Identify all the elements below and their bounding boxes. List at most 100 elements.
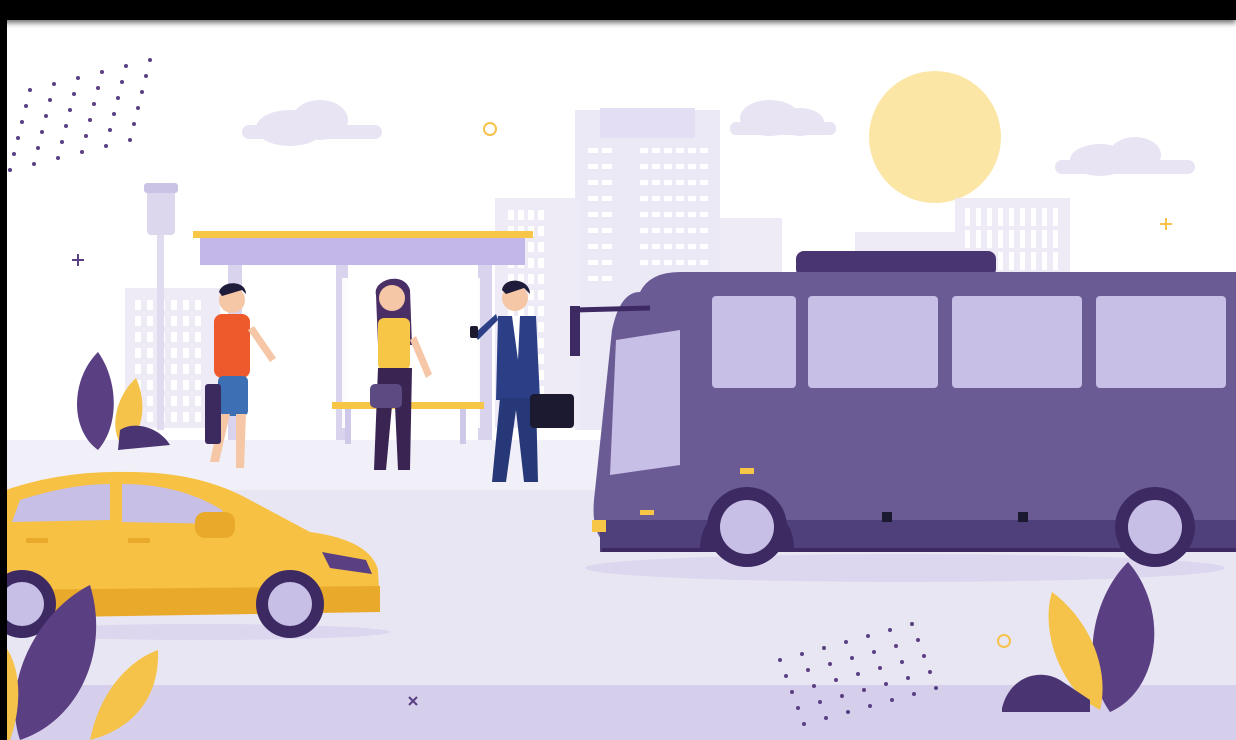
briefcase [530,394,574,428]
building-window [147,348,153,358]
building-window [195,396,201,406]
decorative-dot [824,716,828,720]
building-window [602,228,612,233]
decorative-dot [828,662,832,666]
purple-coach-bus [570,251,1236,582]
building-window [1042,230,1047,248]
building-window [171,412,177,422]
left-black-edge [0,0,7,740]
building-window [183,412,189,422]
building-window [1020,208,1025,226]
building-window [147,332,153,342]
decorative-dot [120,80,124,84]
building-window [652,212,660,217]
building-window [528,242,534,252]
building-window [1009,208,1014,226]
decorative-dot [100,70,104,74]
decorative-dot [116,96,120,100]
decorative-dot [912,692,916,696]
building-window [135,332,141,342]
building-window [147,316,153,326]
building-window [976,208,981,226]
building-window [676,228,684,233]
decorative-dot [916,638,920,642]
building-window [538,258,544,268]
building-window [998,252,1003,270]
decorative-dot [884,682,888,686]
building-window [183,380,189,390]
decorative-dot [862,688,866,692]
building-window [528,274,534,284]
building-window [135,348,141,358]
sun [869,71,1001,203]
building-window [183,396,189,406]
decorative-dot [846,710,850,714]
bus-side-windows [712,296,1226,388]
building-window [183,364,189,374]
decorative-dot [900,660,904,664]
building-window [135,300,141,310]
building-window [528,258,534,268]
building-window [640,260,648,265]
building-window [538,210,544,220]
handbag [370,384,402,408]
decorative-dot [56,156,60,160]
decorative-dot [934,686,938,690]
scene-svg [0,0,1236,740]
decorative-dot [28,88,32,92]
bus-window [952,296,1082,388]
decorative-dot [148,58,152,62]
building-window [183,332,189,342]
building-window [195,348,201,358]
decorative-dot [44,114,48,118]
decorative-dot [96,86,100,90]
building-window [688,164,696,169]
building-window [664,196,672,201]
building-window [664,260,672,265]
building-window [998,230,1003,248]
building-window [602,148,612,153]
building-window [640,164,648,169]
building-window [1020,252,1025,270]
building-window [688,180,696,185]
building-window [195,380,201,390]
decorative-dot [52,82,56,86]
building-window [1042,252,1047,270]
building-window [588,228,598,233]
building-window [1031,252,1036,270]
building-window [640,180,648,185]
building-window [147,396,153,406]
building-window [195,332,201,342]
decorative-dot [784,674,788,678]
building-window [588,244,598,249]
building-window [147,300,153,310]
decorative-dot [844,640,848,644]
decorative-dot [104,144,108,148]
decorative-dot [92,102,96,106]
building-window [998,208,1003,226]
building-window [538,274,544,284]
building-window [664,228,672,233]
building-window [965,208,970,226]
decorative-dot [88,118,92,122]
building-window [1031,230,1036,248]
building-window [676,164,684,169]
building-window [171,316,177,326]
top-black-bar [0,0,1236,20]
building-window [700,212,708,217]
decorative-dot [12,152,16,156]
building-window [664,180,672,185]
decorative-dot [850,656,854,660]
building-window [588,276,598,281]
building-window [602,260,612,265]
decorative-dot [894,644,898,648]
building-window [676,180,684,185]
building-window [195,364,201,374]
decorative-dot [778,658,782,662]
decorative-dot [40,130,44,134]
building-window [700,228,708,233]
decorative-dot [124,64,128,68]
decorative-dot [806,668,810,672]
building-window [588,180,598,185]
decorative-dot [812,684,816,688]
